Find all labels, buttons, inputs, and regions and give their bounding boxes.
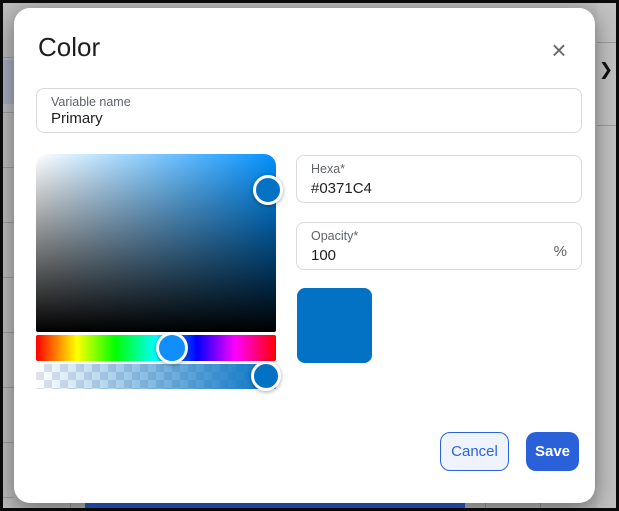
color-dialog: Color × Variable name Hexa* Opacity*: [14, 8, 595, 503]
opacity-handle[interactable]: [251, 361, 281, 391]
background-page: ❯ Color × Variable name Hexa*: [3, 3, 616, 508]
background-table-right-edge: ❯: [597, 3, 616, 508]
opacity-label: Opacity*: [311, 229, 358, 243]
percent-suffix: %: [554, 243, 567, 260]
screenshot-frame: ❯ Color × Variable name Hexa*: [0, 0, 619, 511]
divider: [597, 125, 616, 126]
variable-name-label: Variable name: [51, 95, 131, 109]
hexa-input[interactable]: [311, 180, 567, 197]
cancel-button[interactable]: Cancel: [440, 432, 509, 471]
hexa-label: Hexa*: [311, 162, 345, 176]
hue-handle[interactable]: [156, 332, 188, 364]
chevron-right-icon[interactable]: ❯: [598, 60, 614, 80]
hue-slider[interactable]: [36, 335, 276, 361]
opacity-input[interactable]: [311, 247, 567, 264]
dialog-title: Color: [38, 32, 100, 63]
variable-name-input[interactable]: [51, 110, 567, 127]
close-icon[interactable]: ×: [545, 36, 573, 64]
divider: [597, 42, 616, 43]
saturation-value-area[interactable]: [36, 154, 276, 332]
saturation-handle[interactable]: [253, 175, 283, 205]
save-button[interactable]: Save: [526, 432, 579, 471]
opacity-slider[interactable]: [36, 364, 276, 389]
variable-name-field[interactable]: Variable name: [36, 88, 582, 133]
hexa-field[interactable]: Hexa*: [296, 155, 582, 203]
color-preview-swatch: [297, 288, 372, 363]
background-selected-row-fragment: [3, 60, 14, 104]
opacity-field[interactable]: Opacity* %: [296, 222, 582, 270]
